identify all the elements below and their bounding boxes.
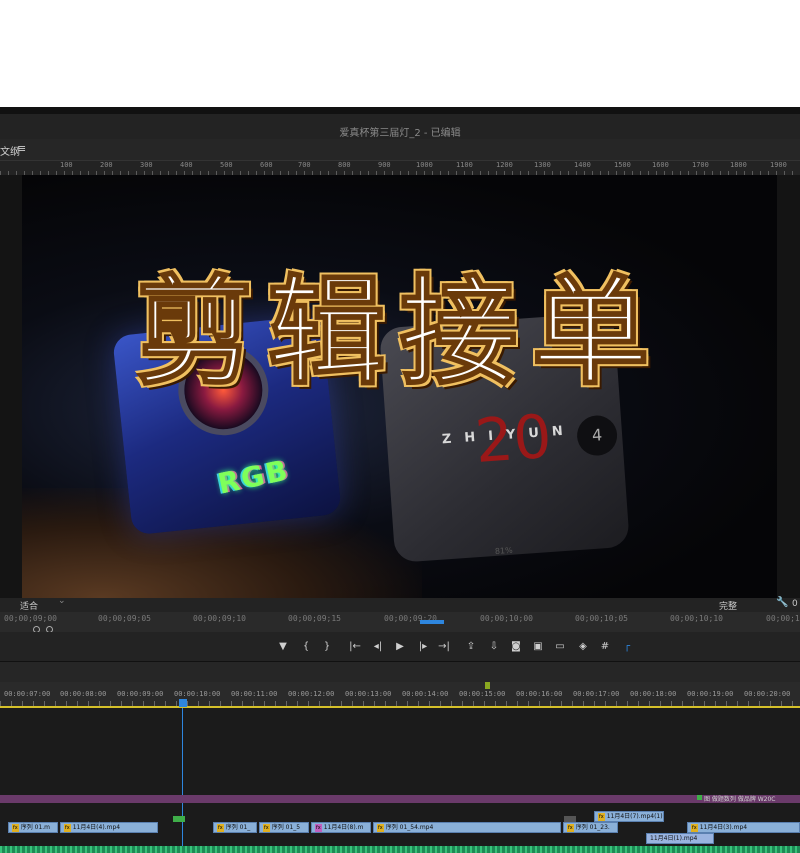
go-to-out-icon[interactable]: →| (437, 640, 451, 654)
ruler-tick: 1700 (692, 161, 709, 169)
timeline-clip[interactable]: 11月4日(8).m (311, 822, 371, 833)
fit-dropdown[interactable]: 适合 (20, 596, 66, 612)
monitor-controls: 适合 完整 🔧 0 (0, 596, 800, 612)
video-frame: RGB 20 ZHIYUN 4 81% 剪辑接单 (22, 175, 777, 598)
compare-icon[interactable]: ▣ (531, 640, 545, 654)
wrench-icon[interactable]: 🔧 (776, 597, 788, 608)
timeline-marker[interactable] (485, 682, 490, 689)
timeline-clip[interactable]: 序列 01_5 (259, 822, 309, 833)
timeline-timecode: 00:00:16:00 (516, 690, 563, 698)
ruler-tick: 400 (180, 161, 193, 169)
scrub-timecode: 00;00;10;05 (575, 614, 628, 623)
play-icon[interactable]: ▶ (393, 640, 407, 654)
step-back-icon[interactable]: ◂| (371, 640, 385, 654)
ruler-tick: 1400 (574, 161, 591, 169)
ruler-tick: 1200 (496, 161, 513, 169)
go-to-in-icon[interactable]: |← (348, 640, 362, 654)
timeline-ticks (0, 701, 800, 706)
scrub-timecode: 00;00;09;00 (4, 614, 57, 623)
ruler-tick: 1900 (770, 161, 787, 169)
timeline-timecode: 00:00:09:00 (117, 690, 164, 698)
adjustment-track-label: 图 做题数列 做品牌 W20C (696, 795, 776, 803)
timeline-clip[interactable]: 11月4日(4).mp4 (60, 822, 158, 833)
timeline-clip[interactable]: 11月4日(3).mp4 (687, 822, 800, 833)
lift-icon[interactable]: ⇪ (464, 640, 478, 654)
timeline-clip[interactable]: 序列 01_23. (563, 822, 618, 833)
adjustment-track[interactable]: 图 做题数列 做品牌 W20C (0, 795, 800, 803)
timeline-panel: 00:00:07:00 00:00:08:00 00:00:09:00 00:0… (0, 662, 800, 853)
ruler-tick: 100 (60, 161, 73, 169)
mark-in-icon[interactable]: { (299, 640, 313, 654)
source-time-ruler[interactable]: 00;00;09;00 00;00;09;05 00;00;09;10 00;0… (0, 612, 800, 633)
program-monitor[interactable]: RGB 20 ZHIYUN 4 81% 剪辑接单 (0, 175, 800, 598)
scrub-timecode: 00;00;10;00 (480, 614, 533, 623)
transport-controls: ▼ { } |← ◂| ▶ |▸ →| ⇪ ⇩ ◙ ▣ ▭ ◈ # ┌ (0, 632, 800, 662)
window-title: 爱真杯第三届灯_2 - 已编辑 (339, 128, 461, 139)
bracket-icon[interactable]: ┌ (620, 640, 634, 654)
timeline-clip[interactable]: 序列 01_54.mp4 (373, 822, 561, 833)
timeline-timecode: 00:00:14:00 (402, 690, 449, 698)
timeline-timecode: 00:00:08:00 (60, 690, 107, 698)
scrub-timecode: 00;00;09;15 (288, 614, 341, 623)
ruler-tick: 1000 (416, 161, 433, 169)
timeline-clip[interactable]: 序列 01_ (213, 822, 257, 833)
timeline-timecode: 00:00:20:00 (744, 690, 791, 698)
timeline-timecode: 00:00:15:00 (459, 690, 506, 698)
timeline-timecode: 00:00:17:00 (573, 690, 620, 698)
panel-menu-icon[interactable]: ≡ (17, 142, 26, 155)
ruler-tick: 1100 (456, 161, 473, 169)
vr-icon[interactable]: ◈ (576, 640, 590, 654)
step-forward-icon[interactable]: |▸ (416, 640, 430, 654)
extract-icon[interactable]: ⇩ (487, 640, 501, 654)
scrub-timecode: 00;00;09;05 (98, 614, 151, 623)
ruler-tick: 300 (140, 161, 153, 169)
timeline-timecode: 00:00:12:00 (288, 690, 335, 698)
grid-icon[interactable]: # (598, 640, 612, 654)
video-track: 序列 01.m 11月4日(4).mp4 序列 01_ 序列 01_5 11月4… (0, 811, 800, 844)
program-ruler: 100 200 300 400 500 600 700 800 900 1000… (0, 161, 800, 175)
export-frame-icon[interactable]: ◙ (509, 640, 523, 654)
timeline-timecode: 00:00:11:00 (231, 690, 278, 698)
timeline-header (0, 662, 800, 682)
timeline-playhead[interactable] (179, 699, 187, 707)
ruler-tick: 600 (260, 161, 273, 169)
timeline-timecode: 00:00:18:00 (630, 690, 677, 698)
ruler-tick: 800 (338, 161, 351, 169)
scrub-timecode: 00;00;10;10 (670, 614, 723, 623)
timeline-timecode: 00:00:07:00 (4, 690, 51, 698)
title-overlay-text: 剪辑接单 (134, 262, 664, 401)
timeline-timecode: 00:00:13:00 (345, 690, 392, 698)
timeline-timecode: 00:00:10:00 (174, 690, 221, 698)
timeline-clip[interactable]: 序列 01.m (8, 822, 58, 833)
audio-track-waveform[interactable] (0, 846, 800, 853)
gimbal-dot: 4 (575, 414, 619, 457)
ruler-tick: 1800 (730, 161, 747, 169)
safe-margins-icon[interactable]: ▭ (553, 640, 567, 654)
timeline-clip[interactable]: 11月4日(7).mp4(1) (594, 811, 664, 822)
timeline-ruler[interactable]: 00:00:07:00 00:00:08:00 00:00:09:00 00:0… (0, 682, 800, 708)
right-value: 0 (792, 599, 798, 609)
marker-icon[interactable]: ▼ (276, 640, 290, 654)
quality-dropdown[interactable]: 完整 (719, 599, 737, 612)
ruler-tick: 500 (220, 161, 233, 169)
ruler-tick: 900 (378, 161, 391, 169)
premiere-window: 爱真杯第三届灯_2 - 已编辑 文纲 ≡ 100 200 300 400 500… (0, 107, 800, 853)
program-panel-header: 文纲 ≡ (0, 139, 800, 161)
ruler-tick: 700 (298, 161, 311, 169)
ruler-tick: 1300 (534, 161, 551, 169)
ruler-tick: 1600 (652, 161, 669, 169)
ruler-tick: 1500 (614, 161, 631, 169)
timeline-clip[interactable]: 11月4日(1).mp4 (646, 833, 714, 844)
camera-rgb-label: RGB (214, 453, 293, 501)
scrub-timecode: 00;00;09;10 (193, 614, 246, 623)
gimbal-percent: 81% (494, 545, 513, 556)
scrub-playhead[interactable] (420, 620, 444, 624)
timeline-timecode: 00:00:19:00 (687, 690, 734, 698)
scrub-timecode: 00;00;10;15 (766, 614, 800, 623)
ruler-tick: 200 (100, 161, 113, 169)
title-bar: 爱真杯第三届灯_2 - 已编辑 (0, 107, 800, 139)
mark-out-icon[interactable]: } (320, 640, 334, 654)
